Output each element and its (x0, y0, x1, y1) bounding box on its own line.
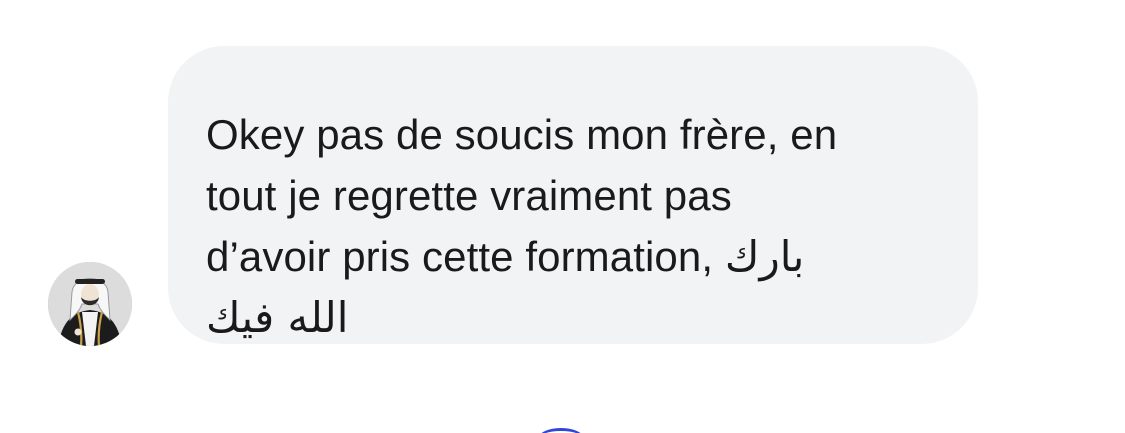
message-text: Okey pas de soucis mon frère, en tout je… (206, 104, 938, 348)
message-line: Okey pas de soucis mon frère, en (206, 111, 838, 158)
message-line: tout je regrette vraiment pas (206, 172, 732, 219)
message-bubble[interactable]: Okey pas de soucis mon frère, en tout je… (168, 46, 978, 344)
message-line-text: d’avoir pris cette formation, (206, 233, 714, 280)
partial-next-element (537, 428, 585, 433)
arabic-line: الله فيك (206, 293, 349, 342)
avatar[interactable] (48, 262, 132, 346)
received-message-row: Okey pas de soucis mon frère, en tout je… (0, 0, 1125, 433)
message-line: d’avoir pris cette formation, بارك (206, 226, 938, 287)
chat-thread: Okey pas de soucis mon frère, en tout je… (0, 0, 1125, 433)
arabic-text: بارك (724, 232, 805, 281)
user-avatar-illustration (48, 262, 132, 346)
